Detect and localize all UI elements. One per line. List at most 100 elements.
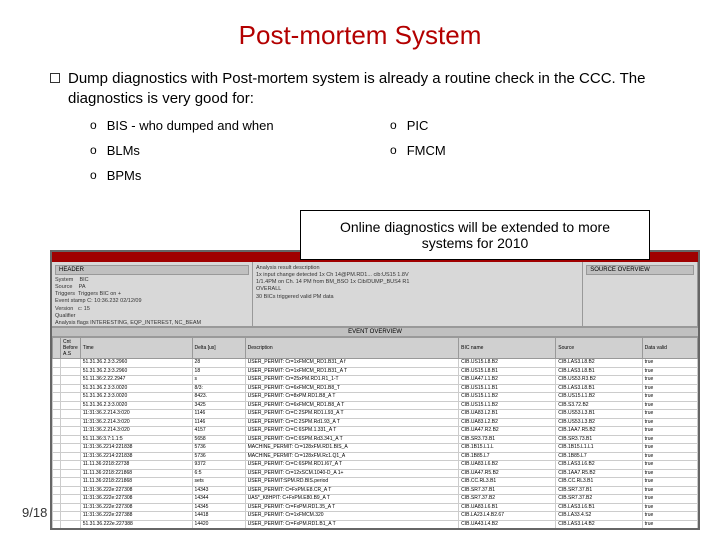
callout-box: Online diagnostics will be extended to m… xyxy=(300,210,650,260)
circle-marker-icon: o xyxy=(90,168,97,182)
status-cell xyxy=(53,393,61,402)
time-cell: 51.31.36.2.3:3.0020 xyxy=(80,401,192,410)
delta-cell: 8/3: xyxy=(192,384,245,393)
delta-cell: sets xyxy=(192,478,245,487)
bic-cell: CIB.1B85.L7 xyxy=(459,452,556,461)
source-cell: CIB.LAS3.L8.B2 xyxy=(556,359,642,368)
datavalid-cell: true xyxy=(642,520,697,528)
time-cell: 11.11.36:2218:221868 xyxy=(80,469,192,478)
status-cell xyxy=(53,461,61,470)
status-cell xyxy=(53,452,61,461)
status-cell2 xyxy=(61,418,81,427)
analysis-panel: Analysis result description 1x input cha… xyxy=(253,262,583,326)
datavalid-cell: true xyxy=(642,512,697,521)
desc-cell: USER_PERMIT: Cr=25xPM.RD1.R1_1-T xyxy=(245,376,459,385)
time-cell: 51.11.36:3.7:1.1:5 xyxy=(80,435,192,444)
table-row: 11:31:36.2.214.3:0201146USER_PERMIT: Cr=… xyxy=(53,418,698,427)
delta-cell: 5736 xyxy=(192,444,245,453)
bic-cell: CIB.LA23.L4.B2.67 xyxy=(459,512,556,521)
desc-cell: USER_PERMIT: Cr=6xFMCM_RD1.B8_A T xyxy=(245,401,459,410)
source-cell: CIB.1B15.L1.L1 xyxy=(556,444,642,453)
table-row: 11:31:36.2.214.3:0204157USER_PERMIT: Cr=… xyxy=(53,427,698,436)
table-row: 11:31:36.222e:22738814418USER_PERMIT: Cr… xyxy=(53,512,698,521)
source-cell: CIB.US53.L3.B2 xyxy=(556,418,642,427)
status-cell xyxy=(53,495,61,504)
main-bullet-text: Dump diagnostics with Post-mortem system… xyxy=(68,69,690,108)
bic-cell: CIB.SR3.73.B1 xyxy=(459,435,556,444)
bic-cell: CIB.UA83.L2.B2 xyxy=(459,418,556,427)
desc-cell: USER_PERMIT: Cr=FxPM.RD1.35_A T xyxy=(245,503,459,512)
table-row: 51.31.36.2.3:3.00203425USER_PERMIT: Cr=6… xyxy=(53,401,698,410)
status-cell xyxy=(53,359,61,368)
source-overview-panel: SOURCE OVERVIEW xyxy=(583,262,698,326)
circle-marker-icon: o xyxy=(90,118,97,132)
desc-cell: USER_PERMIT: Cr=1xFMCM_RD1.B31_A f xyxy=(245,359,459,368)
time-cell: 11:31:36.222e:227308 xyxy=(80,495,192,504)
time-cell: 11:31:36.2214:221838 xyxy=(80,444,192,453)
status-cell xyxy=(53,418,61,427)
status-cell2 xyxy=(61,503,81,512)
desc-cell: USER_PERMIT: Cr=6xFMCM_RD1.B8_T xyxy=(245,384,459,393)
desc-cell: USER_PERMIT: Cr=12xSCM.1040-D_A 1+ xyxy=(245,469,459,478)
datavalid-cell: true xyxy=(642,478,697,487)
table-row: 11:31:36.222e:22730814345USER_PERMIT: Cr… xyxy=(53,503,698,512)
time-cell: 11.11.36:2218:221868 xyxy=(80,478,192,487)
header-panel: HEADER System BIC Source PA Triggers Tri… xyxy=(52,262,253,326)
event-table-area: Cnt Before A.S Time Delta [us] Descripti… xyxy=(52,337,698,528)
sub-item-text: BIS - who dumped and when xyxy=(107,118,274,133)
delta-cell: 14343 xyxy=(192,486,245,495)
status-cell xyxy=(53,435,61,444)
source-cell: CIB.US53.R3.B2 xyxy=(556,376,642,385)
delta-cell: 9372 xyxy=(192,461,245,470)
desc-cell: MACHINE_PERMIT: Cr=128xFM.RD1.BIS_A xyxy=(245,444,459,453)
status-cell xyxy=(53,520,61,528)
status-cell2 xyxy=(61,359,81,368)
desc-cell: USER_PERMIT: Cr=8xPM.RD1.B8_A T xyxy=(245,393,459,402)
datavalid-cell: true xyxy=(642,435,697,444)
event-overview-label: EVENT OVERVIEW xyxy=(52,327,698,337)
bic-cell: CIB.UA83.L2.B1 xyxy=(459,410,556,419)
table-row: 11:31:36.2.214.3:0201146USER_PERMIT: Cr=… xyxy=(53,410,698,419)
embedded-app-screenshot: HEADER System BIC Source PA Triggers Tri… xyxy=(50,250,700,530)
source-cell: CIB.S3.72.B2 xyxy=(556,401,642,410)
source-cell: CIB.LAS3.L8.B1 xyxy=(556,367,642,376)
bic-cell: CIB.US15.L1.B1 xyxy=(459,384,556,393)
source-cell: CIB.1AA7.R5.B2 xyxy=(556,469,642,478)
datavalid-cell: true xyxy=(642,401,697,410)
delta-cell: 18 xyxy=(192,367,245,376)
sub-bullet-columns: oBIS - who dumped and when oBLMs oBPMs o… xyxy=(90,118,690,193)
time-cell: 11:31:36.2.214.3:020 xyxy=(80,410,192,419)
table-row: 51.31.36.2.3:3.296018USER_PERMIT: Cr=1xF… xyxy=(53,367,698,376)
datavalid-cell: true xyxy=(642,427,697,436)
desc-cell: USER_PERMIT: Cr=FxPM.RD1.B1_A T xyxy=(245,520,459,528)
time-cell: 11:31:36.222e:227308 xyxy=(80,486,192,495)
desc-cell: USER_PERMIT: Cr=1xFMCM.320 xyxy=(245,512,459,521)
table-row: 11:31:36.222e:22730814343USER_PERMIT: C=… xyxy=(53,486,698,495)
bic-cell: CIB.US15.L1.B2 xyxy=(459,401,556,410)
datavalid-cell: true xyxy=(642,469,697,478)
main-bullet: Dump diagnostics with Post-mortem system… xyxy=(50,69,690,108)
status-cell xyxy=(53,401,61,410)
time-cell: 11:31:36.222e:227308 xyxy=(80,503,192,512)
time-cell: 51.31.36.2.3:3.0020 xyxy=(80,393,192,402)
status-cell xyxy=(53,469,61,478)
datavalid-cell: true xyxy=(642,461,697,470)
bic-cell: CIB.UA83.L6.B2 xyxy=(459,461,556,470)
table-row: 11:31:36.222e:22730814344UAS*_K8HPIT: C+… xyxy=(53,495,698,504)
datavalid-cell: true xyxy=(642,367,697,376)
slide-title: Post-mortem System xyxy=(30,20,690,51)
source-cell: CIB.LA33.4.S2 xyxy=(556,512,642,521)
status-cell2 xyxy=(61,435,81,444)
status-cell2 xyxy=(61,469,81,478)
table-row: 51.31.36.2.3:3.00208/3:USER_PERMIT: Cr=6… xyxy=(53,384,698,393)
circle-marker-icon: o xyxy=(390,118,397,132)
time-cell: 11:31:36.2214:221838 xyxy=(80,452,192,461)
screenshot-header-panels: HEADER System BIC Source PA Triggers Tri… xyxy=(52,262,698,327)
desc-cell: USER_PERMIT: C=FxPM.E8.CR_A T xyxy=(245,486,459,495)
circle-marker-icon: o xyxy=(90,143,97,157)
desc-cell: USER_PERMIT: Cr=C:6SPM.RD1.I67_A T xyxy=(245,461,459,470)
status-cell2 xyxy=(61,410,81,419)
status-cell2 xyxy=(61,520,81,528)
slide: Post-mortem System Dump diagnostics with… xyxy=(0,0,720,540)
status-cell xyxy=(53,427,61,436)
